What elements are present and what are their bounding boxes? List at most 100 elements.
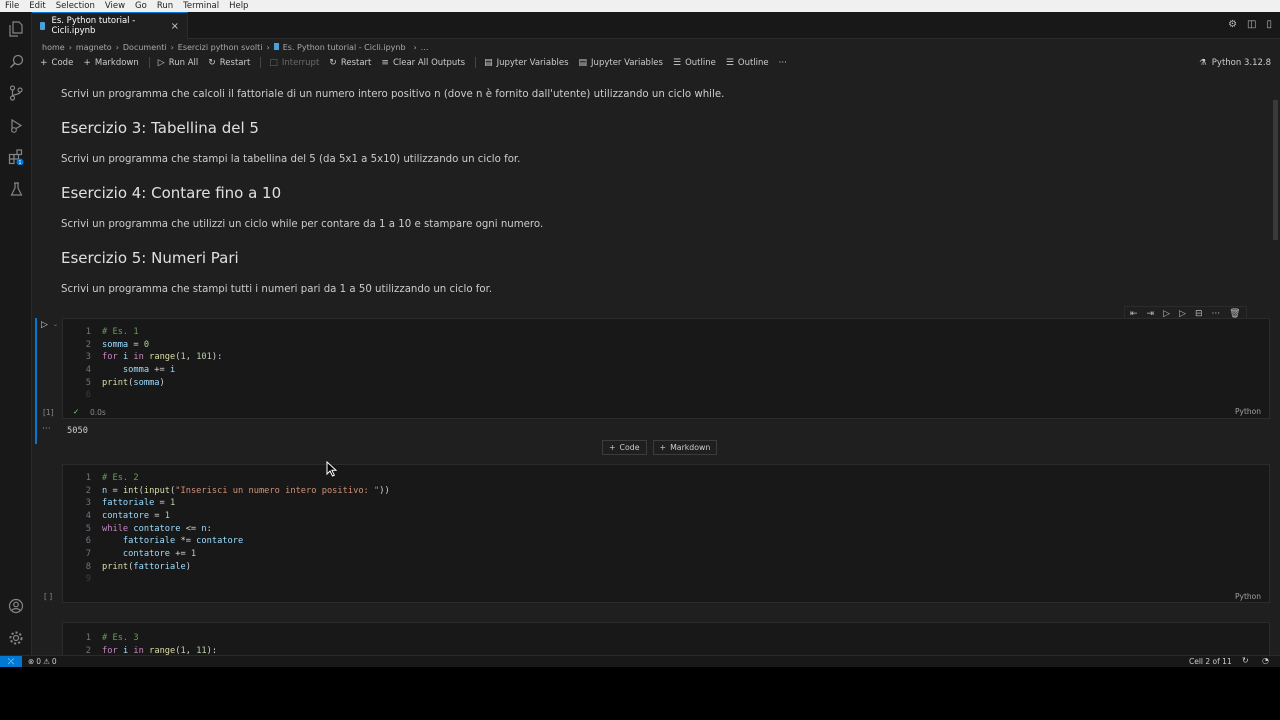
variables-icon: ▤: [484, 57, 493, 68]
problems-indicator[interactable]: ⊗ 0 ⚠ 0: [28, 657, 57, 666]
cell-language[interactable]: Python: [1235, 592, 1261, 601]
output-more-icon[interactable]: ···: [42, 424, 51, 434]
run-all-button[interactable]: ▷ Run All: [158, 58, 198, 68]
tab-bar: Es. Python tutorial - Cicli.ipynb × ⚙ ◫ …: [32, 12, 1280, 39]
notifications-bell-icon[interactable]: ◔: [1262, 656, 1269, 665]
breadcrumb-documenti[interactable]: Documenti: [123, 43, 167, 52]
plus-icon: +: [659, 443, 667, 452]
execution-time: 0.0s: [90, 408, 106, 417]
plus-icon: +: [83, 57, 91, 68]
cell-language[interactable]: Python: [1235, 407, 1261, 416]
close-tab-icon[interactable]: ×: [171, 21, 179, 32]
plus-icon: +: [40, 57, 48, 68]
menu-bar: File Edit Selection View Go Run Terminal…: [0, 0, 1280, 12]
vertical-scrollbar[interactable]: [1273, 100, 1278, 240]
notebook-toolbar: + Code + Markdown ▷ Run All ↻ Restart □ Inter…: [32, 54, 1280, 71]
search-icon[interactable]: [7, 52, 25, 70]
cell-position[interactable]: Cell 2 of 11: [1189, 657, 1232, 666]
menu-edit[interactable]: Edit: [24, 0, 50, 12]
run-debug-icon[interactable]: [7, 116, 25, 134]
letterbox-area: [0, 667, 1280, 720]
menu-help[interactable]: Help: [224, 0, 253, 12]
clear-outputs-button[interactable]: ≡ Clear All Outputs: [381, 58, 465, 68]
breadcrumb-file[interactable]: Es. Python tutorial - Cicli.ipynb: [273, 42, 410, 52]
sync-icon[interactable]: ↻: [1242, 656, 1249, 665]
tab-notebook[interactable]: Es. Python tutorial - Cicli.ipynb ×: [32, 12, 188, 39]
code-cell-2[interactable]: 1 # Es. 2 2n = int(input("Inserisci un nu…: [44, 464, 1270, 603]
editor-actions: ⚙ ◫ ▯: [1228, 19, 1272, 30]
markdown-heading: Esercizio 4: Contare fino a 10: [61, 184, 282, 202]
warning-icon: ⚠: [43, 657, 50, 666]
breadcrumb-sep: ›: [68, 42, 72, 52]
outline-button-2[interactable]: ☰ Outline: [726, 58, 769, 68]
toolbar-divider: [475, 57, 477, 68]
breadcrumb-home[interactable]: home: [42, 43, 65, 52]
mouse-cursor-icon: [326, 460, 338, 481]
markdown-text: Scrivi un programma che calcoli il fatto…: [61, 89, 725, 100]
add-markdown-button[interactable]: + Markdown: [83, 58, 138, 68]
restart-kernel-button[interactable]: ↻ Restart: [329, 58, 371, 68]
code-cell-3[interactable]: 1 # Es. 3 2 for i in range(1, 11):: [62, 622, 1270, 655]
status-bar: ⤫ ⊗ 0 ⚠ 0 Cell 2 of 11 ↻ ◔: [0, 655, 1280, 668]
settings-icon[interactable]: ⚙: [1228, 19, 1237, 30]
variables-icon: ▤: [578, 57, 588, 68]
menu-file[interactable]: File: [0, 0, 24, 12]
execution-count: [ ]: [44, 592, 53, 601]
markdown-text: Scrivi un programma che stampi la tabell…: [61, 154, 521, 165]
clear-all-icon: ≡: [381, 57, 389, 68]
plus-icon: +: [609, 443, 616, 452]
breadcrumb-sep: ›: [170, 42, 174, 52]
kernel-picker[interactable]: ⚗ Python 3.12.8: [1199, 54, 1271, 71]
notebook-editor: Es. Python tutorial - Cicli.ipynb × ⚙ ◫ …: [32, 12, 1280, 655]
tab-title: Es. Python tutorial - Cicli.ipynb: [51, 16, 136, 36]
toolbar-divider: [148, 57, 150, 68]
success-check-icon: ✓: [73, 407, 80, 416]
extensions-icon[interactable]: 1: [7, 148, 25, 166]
jupyter-variables-button[interactable]: ▤ Jupyter Variables: [484, 58, 568, 68]
menu-go[interactable]: Go: [130, 0, 152, 12]
source-control-icon[interactable]: [7, 84, 25, 102]
more-toolbar-button[interactable]: ···: [779, 58, 787, 68]
cell-focus-indicator: [35, 318, 37, 444]
code-cell-1[interactable]: 1 # Es. 1 2 somma = 0 3 for i in range(1, 1…: [43, 318, 1270, 419]
split-editor-icon[interactable]: ◫: [1247, 19, 1256, 30]
breadcrumb-sep: ›: [413, 42, 417, 52]
breadcrumb-magneto[interactable]: magneto: [76, 43, 112, 52]
more-actions-icon[interactable]: ▯: [1266, 19, 1272, 30]
breadcrumb-ellipsis[interactable]: ...: [421, 43, 429, 52]
run-all-icon: ▷: [157, 57, 165, 68]
restart-icon: ↻: [208, 57, 216, 68]
breadcrumb-sep: ›: [115, 42, 119, 52]
menu-selection[interactable]: Selection: [51, 0, 100, 12]
run-cell-icon[interactable]: ▷: [41, 320, 48, 330]
breadcrumb-sep: ›: [266, 42, 270, 52]
breadcrumb: home › magneto › Documenti › Esercizi py…: [42, 39, 432, 55]
activity-bar: 1: [0, 12, 32, 655]
markdown-heading: Esercizio 5: Numeri Pari: [61, 249, 239, 267]
restart-icon: ↻: [329, 57, 337, 68]
chevron-down-icon[interactable]: ⌄: [53, 321, 58, 328]
testing-icon[interactable]: [7, 180, 25, 198]
outline-icon: ☰: [672, 57, 682, 68]
menu-run[interactable]: Run: [152, 0, 178, 12]
add-cell-bar: + Code + Markdown: [602, 440, 718, 455]
svg-text:1: 1: [18, 160, 21, 165]
markdown-text: Scrivi un programma che stampi tutti i n…: [61, 284, 493, 295]
settings-gear-icon[interactable]: [7, 629, 25, 647]
breadcrumb-esercizi[interactable]: Esercizi python svolti: [178, 43, 263, 52]
menu-terminal[interactable]: Terminal: [178, 0, 224, 12]
add-code-button[interactable]: + Code: [40, 58, 73, 68]
menu-view[interactable]: View: [100, 0, 130, 12]
execution-count: [1]: [43, 408, 54, 417]
explorer-icon[interactable]: [7, 20, 25, 38]
outline-button[interactable]: ☰ Outline: [673, 58, 716, 68]
jupyter-variables-button-2[interactable]: ▤ Jupyter Variables: [579, 58, 663, 68]
error-icon: ⊗: [28, 657, 35, 666]
outline-icon: ☰: [725, 57, 734, 68]
account-icon[interactable]: [7, 597, 25, 615]
add-markdown-cell-button[interactable]: + Markdown: [652, 440, 718, 455]
interrupt-button[interactable]: □ Interrupt: [269, 58, 319, 68]
notebook-file-icon: [273, 42, 279, 50]
add-code-cell-button[interactable]: + Code: [602, 440, 647, 455]
restart-button[interactable]: ↻ Restart: [208, 58, 250, 68]
